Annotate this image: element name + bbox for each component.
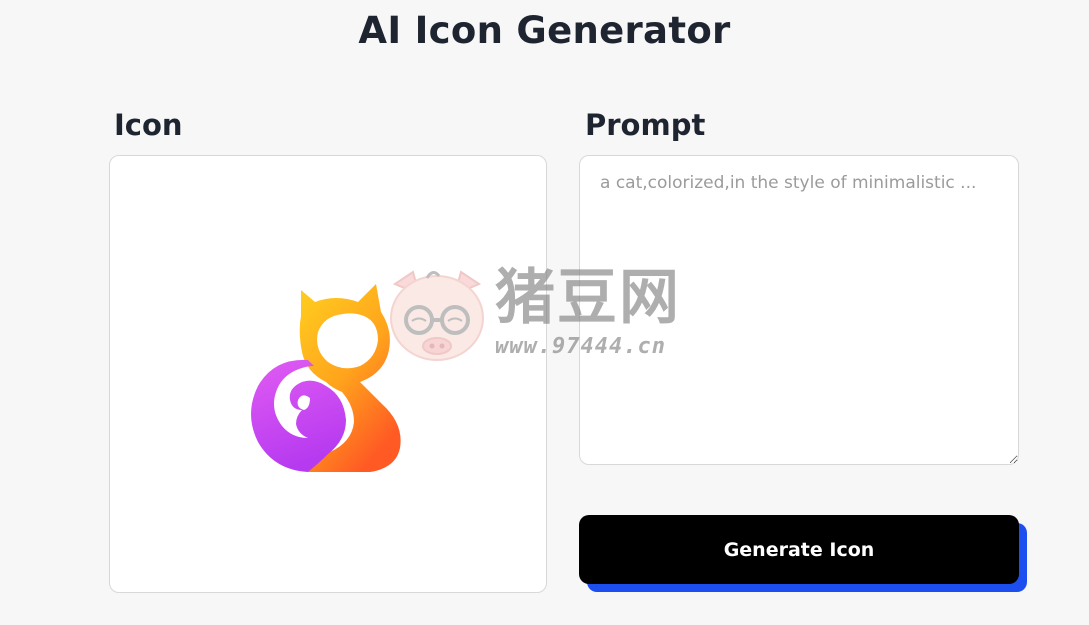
prompt-input[interactable] <box>579 155 1019 465</box>
generate-icon-button[interactable]: Generate Icon <box>579 515 1019 584</box>
page-title: AI Icon Generator <box>358 9 731 52</box>
icon-section-label: Icon <box>114 108 183 142</box>
page: AI Icon Generator Icon Prompt a cat,colo… <box>0 0 1089 625</box>
gradient-cat-icon <box>251 284 401 472</box>
prompt-section-label: Prompt <box>585 108 706 142</box>
icon-preview-panel <box>109 155 547 593</box>
